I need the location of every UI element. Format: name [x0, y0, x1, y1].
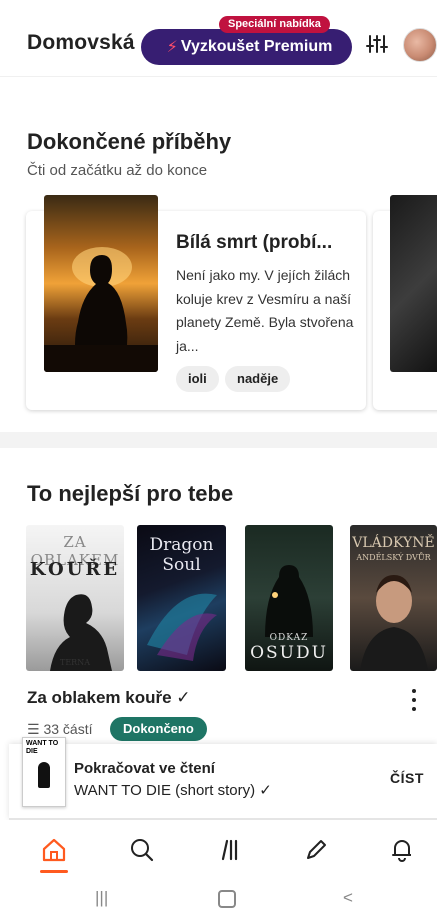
section-completed-subtitle: Čti od začátku až do konce: [27, 162, 208, 179]
read-button[interactable]: ČÍST: [390, 770, 424, 786]
recent-apps-icon[interactable]: |||: [95, 888, 108, 908]
story-cover-image-next[interactable]: [390, 195, 437, 372]
dragon-scales-illustration: [147, 593, 217, 661]
story-description: Není jako my. V jejích žilách koluje kre…: [176, 267, 354, 354]
page-title: Domovská: [27, 31, 135, 54]
home-system-icon[interactable]: [218, 890, 236, 908]
smoking-man-illustration: [50, 594, 112, 671]
book-cover[interactable]: VLÁDKYNĚ ANDĚLSKÝ DVŮR: [350, 525, 437, 671]
status-badge: Dokončeno: [110, 717, 207, 741]
lightning-icon: ⚡: [166, 39, 178, 56]
story-title[interactable]: Bílá smrt (probí...: [176, 232, 356, 254]
library-icon[interactable]: [214, 836, 244, 864]
back-icon[interactable]: <: [343, 888, 353, 908]
more-options-icon[interactable]: [406, 686, 422, 714]
write-icon[interactable]: [301, 836, 331, 864]
book-author: TERNA: [60, 658, 90, 667]
tag-chip[interactable]: naděje: [225, 366, 291, 392]
search-icon[interactable]: [127, 836, 157, 864]
section-divider: [0, 432, 437, 448]
notifications-icon[interactable]: [387, 836, 417, 864]
try-premium-label: Vyzkoušet Premium: [180, 38, 333, 55]
list-icon: ☰: [27, 721, 40, 737]
app-header: Domovská ⚡ Vyzkoušet Premium Speciální n…: [0, 0, 437, 80]
active-tab-indicator: [40, 870, 68, 873]
special-offer-badge: Speciální nabídka: [219, 16, 330, 33]
man-portrait-illustration: [360, 575, 428, 671]
story-cover-image[interactable]: [44, 195, 158, 372]
avatar[interactable]: [403, 28, 437, 62]
section-completed-title: Dokončené příběhy: [27, 129, 232, 154]
figure-illustration: [38, 762, 50, 788]
header-divider: [0, 76, 437, 77]
book-cover-text: ODKAZ: [269, 633, 309, 643]
book-cover[interactable]: ODKAZ OSUDU: [245, 525, 333, 671]
tag-chip[interactable]: ioli: [176, 366, 219, 392]
parts-count-label: 33 částí: [43, 721, 93, 737]
book-cover[interactable]: ZA OBLAKEM KOUŘE TERNA: [26, 525, 124, 671]
book-cover-text: OSUDU: [250, 643, 328, 663]
continue-story-title[interactable]: WANT TO DIE (short story) ✓: [74, 781, 272, 799]
try-premium-button[interactable]: ⚡ Vyzkoušet Premium: [141, 29, 352, 65]
book-cover[interactable]: Dragon Soul: [137, 525, 226, 671]
continue-cover-image[interactable]: WANT TO DIE: [22, 737, 66, 807]
continue-cover-text: WANT TO DIE: [26, 740, 59, 755]
home-icon[interactable]: [39, 836, 69, 864]
silhouette-illustration: [44, 247, 158, 372]
filter-icon[interactable]: [366, 33, 388, 55]
featured-book-title[interactable]: Za oblakem kouře ✓: [27, 688, 191, 708]
parts-count: ☰ 33 částí: [27, 721, 92, 738]
section-recommended-title: To nejlepší pro tebe: [27, 481, 234, 506]
continue-reading-label: Pokračovat ve čtení: [74, 760, 215, 777]
